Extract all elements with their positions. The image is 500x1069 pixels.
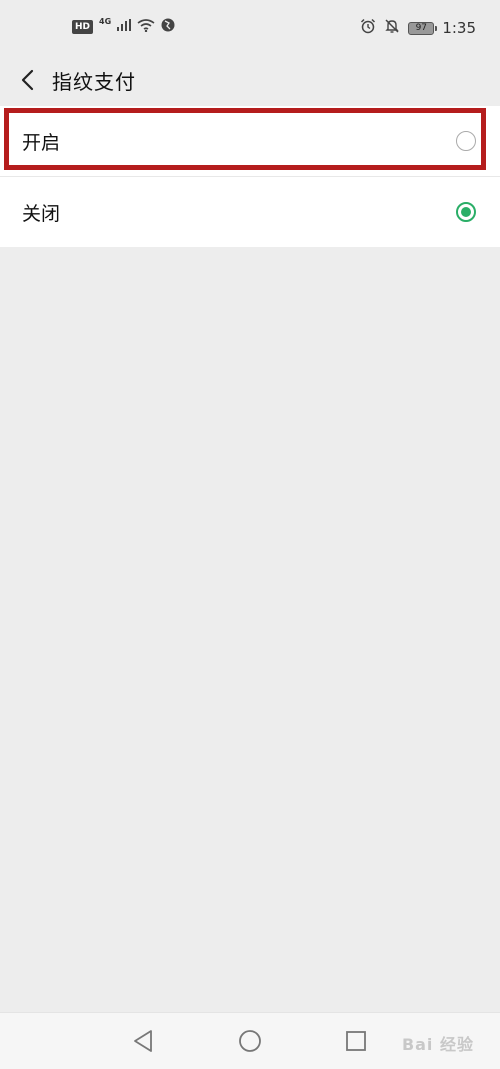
wifi-icon	[137, 18, 155, 35]
option-disable[interactable]: 关闭	[0, 176, 500, 247]
clock-time: 1:35	[442, 19, 476, 37]
battery-icon: 97	[408, 21, 438, 35]
status-bar: HD 4G 97 1:35	[0, 0, 500, 56]
alarm-icon	[360, 18, 376, 38]
back-triangle-icon	[134, 1030, 152, 1052]
signal-icon	[117, 19, 132, 34]
option-label: 开启	[22, 131, 61, 154]
battery-level: 97	[415, 23, 428, 33]
nav-home-button[interactable]	[236, 1027, 264, 1055]
network-type-label: 4G	[99, 17, 112, 26]
chevron-left-icon	[21, 69, 34, 91]
home-circle-icon	[239, 1030, 261, 1052]
nav-header: 指纹支付	[0, 56, 500, 104]
phone-screen: HD 4G 97 1:35 指纹支付 开启 关闭 Bai 经验	[0, 0, 500, 1069]
option-label: 关闭	[22, 202, 61, 225]
status-left-group: HD 4G	[72, 17, 175, 35]
radio-unselected-icon[interactable]	[456, 131, 476, 151]
bell-off-icon	[384, 18, 400, 38]
hd-badge: HD	[72, 19, 94, 34]
option-enable[interactable]: 开启	[0, 106, 500, 176]
nav-recents-button[interactable]	[342, 1027, 370, 1055]
status-right-group: 97 1:35	[360, 18, 476, 38]
radio-selected-icon[interactable]	[456, 202, 476, 222]
globe-icon	[161, 18, 175, 35]
highlight-box	[4, 108, 486, 170]
back-button[interactable]	[12, 64, 42, 96]
page-title: 指纹支付	[52, 70, 136, 94]
system-nav-bar: Bai 经验	[0, 1012, 500, 1069]
nav-back-button[interactable]	[129, 1027, 157, 1055]
recents-square-icon	[346, 1031, 366, 1051]
option-list: 开启 关闭	[0, 106, 500, 247]
watermark: Bai 经验	[401, 1035, 474, 1054]
